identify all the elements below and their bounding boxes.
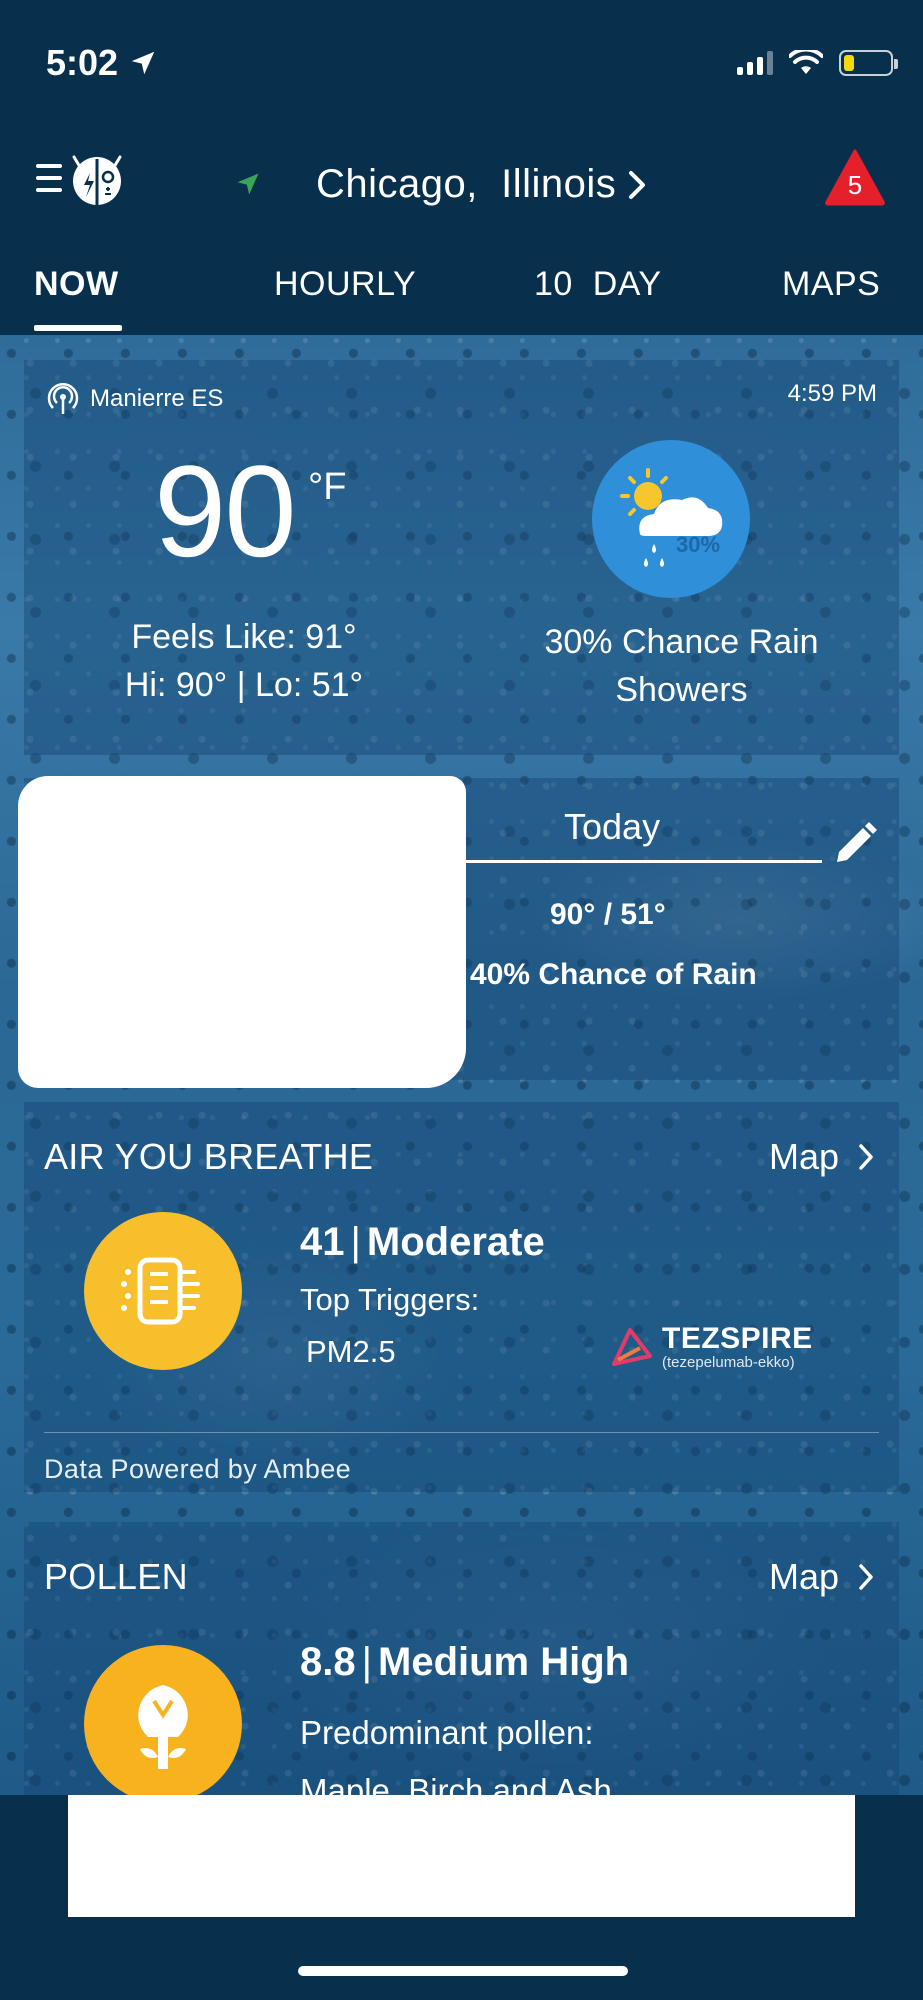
flower-icon	[84, 1645, 242, 1803]
pollen-card[interactable]: POLLEN Map 8.8 | Medium High Predominant p…	[24, 1522, 899, 1809]
chevron-right-icon	[629, 170, 646, 199]
tezspire-logo-icon	[612, 1327, 652, 1366]
location-selector[interactable]: Chicago, Illinois	[316, 162, 648, 207]
ad-brand: TEZSPIRE	[662, 1322, 813, 1355]
tab-hourly[interactable]: HOURLY	[274, 265, 416, 304]
pollen-map-link[interactable]: Map	[769, 1556, 875, 1598]
feels-like: Feels Like: 91°	[131, 618, 357, 656]
air-map-label: Map	[768, 1136, 839, 1177]
tab-maps[interactable]: MAPS	[782, 265, 880, 304]
predominant-pollen-label: Predominant pollen:	[300, 1714, 594, 1751]
alert-count-badge: 5	[847, 170, 863, 200]
tab-bar: NOW HOURLY 10 DAY MAPS	[0, 235, 923, 335]
aqi-number: 41	[300, 1220, 345, 1264]
status-time: 5:02	[46, 42, 158, 84]
condition-line-2: Showers	[615, 671, 748, 709]
active-tab-indicator	[34, 325, 122, 331]
temperature-unit: °F	[308, 466, 347, 508]
location-name: Chicago, Illinois	[316, 162, 617, 206]
station-name: Manierre ES	[90, 385, 224, 412]
redacted-area	[18, 776, 466, 1088]
air-section-title: AIR YOU BREATHE	[44, 1136, 374, 1177]
hi-lo: Hi: 90° | Lo: 51°	[124, 666, 364, 704]
aqi-level: Moderate	[366, 1220, 545, 1264]
current-conditions-card[interactable]: Manierre ES 4:59 PM 90 °F Feels Like: 91…	[24, 360, 899, 755]
air-quality-icon	[84, 1212, 242, 1370]
wifi-icon	[789, 50, 823, 74]
ad-banner[interactable]	[68, 1795, 855, 1917]
sponsor-ad[interactable]: TEZSPIRE (tezepelumab-ekko)	[610, 1324, 813, 1371]
chevron-right-icon	[859, 1564, 873, 1590]
air-quality-card[interactable]: AIR YOU BREATHE Map 41 | Moderate Top Trig…	[24, 1102, 899, 1492]
app-header: Chicago, Illinois 5	[0, 140, 923, 235]
status-bar: 5:02	[0, 0, 923, 140]
air-map-link[interactable]: Map	[769, 1136, 875, 1178]
home-indicator[interactable]	[298, 1966, 628, 1976]
tab-10-day[interactable]: 10 DAY	[534, 265, 662, 304]
day-hi-lo: 90° / 51°	[550, 898, 666, 931]
top-trigger-value: PM2.5	[306, 1334, 396, 1369]
broadcast-station-icon	[47, 382, 79, 414]
hamburger-icon	[36, 164, 62, 192]
weatherbug-logo-icon	[72, 155, 122, 205]
edit-pencil-icon[interactable]	[831, 820, 879, 868]
day-label: Today	[564, 806, 661, 847]
battery-icon	[839, 50, 898, 76]
air-divider	[44, 1432, 879, 1433]
alerts-button[interactable]: 5	[825, 148, 885, 206]
observation-time: 4:59 PM	[787, 380, 877, 407]
pollen-section-title: POLLEN	[44, 1556, 188, 1597]
chevron-right-icon	[859, 1144, 873, 1170]
air-quality-value: 41 | Moderate	[300, 1220, 545, 1264]
location-services-icon	[131, 51, 155, 75]
pollen-index: 8.8	[300, 1640, 356, 1684]
ad-subtitle: (tezepelumab-ekko)	[662, 1354, 795, 1371]
status-time-text: 5:02	[46, 42, 119, 83]
pollen-level: Medium High	[378, 1640, 630, 1684]
tab-now[interactable]: NOW	[34, 265, 119, 304]
weather-icon-precip-pct: 30%	[676, 532, 721, 557]
cellular-signal-icon	[737, 51, 773, 75]
station-info[interactable]: Manierre ES	[46, 382, 223, 416]
pollen-map-label: Map	[768, 1556, 839, 1597]
status-indicators	[737, 50, 898, 76]
day-rain-chance: 40% Chance of Rain	[470, 958, 757, 991]
menu-button[interactable]	[36, 144, 132, 212]
day-underline	[432, 860, 822, 863]
data-powered-by: Data Powered by Ambee	[44, 1454, 352, 1484]
current-temperature: 90	[154, 438, 297, 584]
condition-line-1: 30% Chance Rain	[544, 623, 819, 661]
condition-text: 30% Chance Rain Showers	[464, 618, 899, 714]
pollen-value: 8.8 | Medium High	[300, 1640, 630, 1684]
sun-cloud-rain-icon: 30%	[592, 440, 750, 598]
current-location-icon	[237, 173, 259, 195]
top-triggers-label: Top Triggers:	[300, 1282, 480, 1317]
